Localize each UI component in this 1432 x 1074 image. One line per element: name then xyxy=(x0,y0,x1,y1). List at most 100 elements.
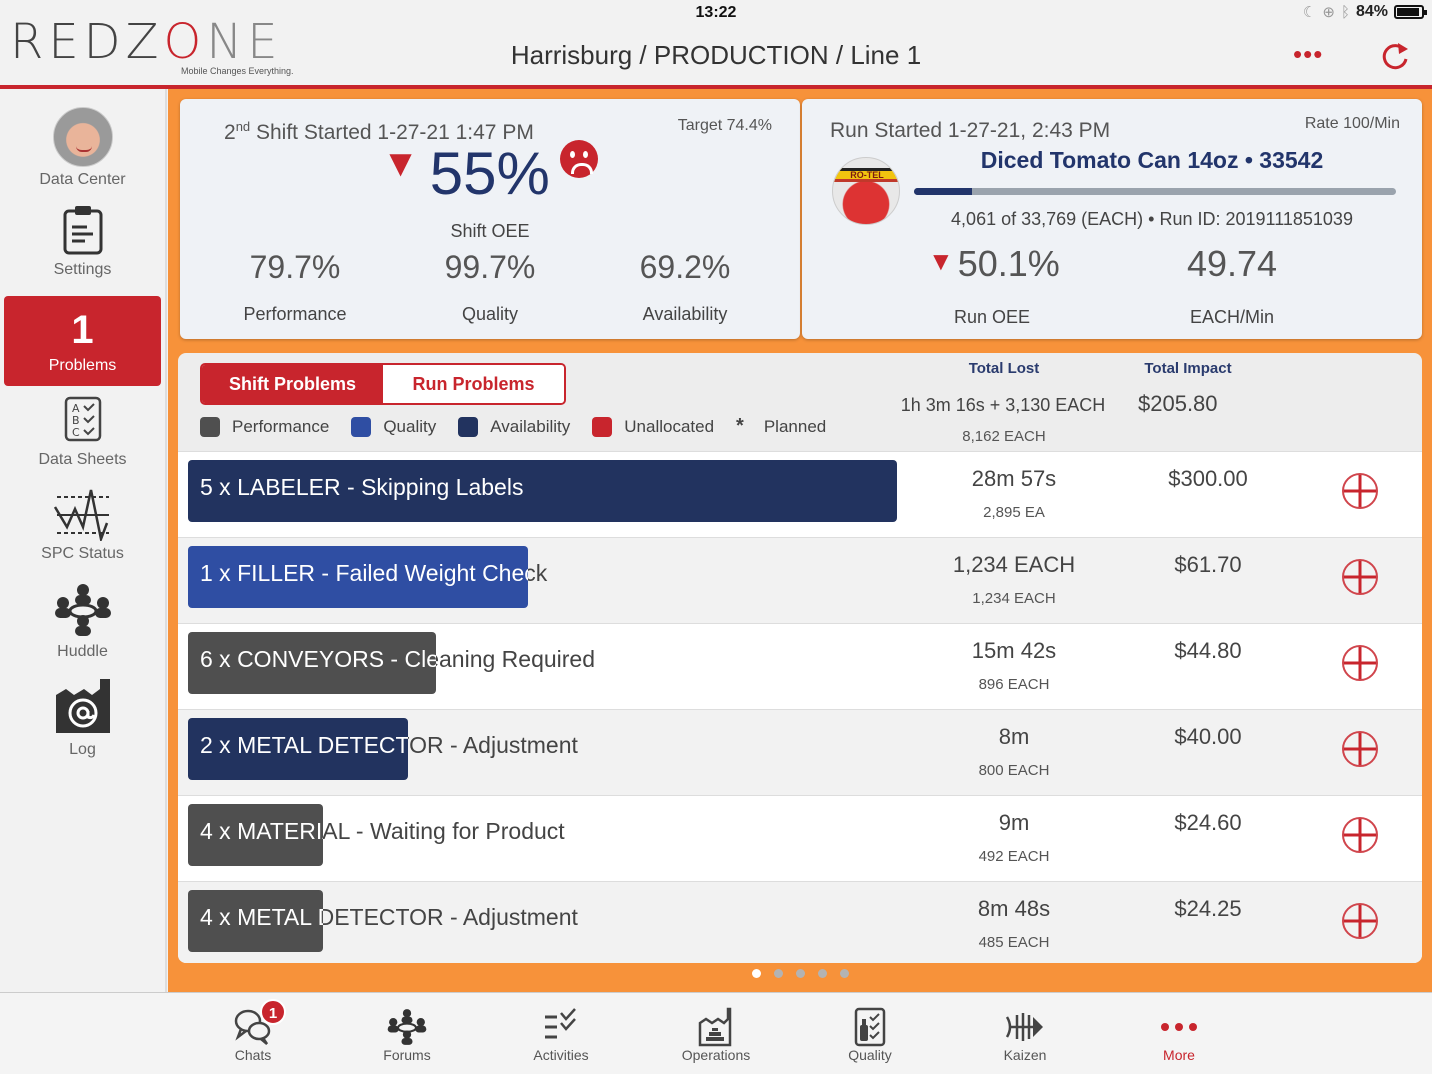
chats-badge: 1 xyxy=(260,999,286,1025)
tab-run-problems[interactable]: Run Problems xyxy=(383,365,564,403)
problem-lost: 28m 57s xyxy=(971,466,1057,491)
tab-operations[interactable]: Operations xyxy=(661,1001,771,1063)
problems-panel: Shift Problems Run Problems Performance … xyxy=(178,353,1422,963)
tab-chats[interactable]: 1 Chats xyxy=(198,999,308,1063)
operations-icon xyxy=(698,1007,732,1047)
sidebar-item-data-center[interactable]: Data Center xyxy=(0,107,165,189)
app: REDZONE Mobile Changes Everything. 13:22… xyxy=(0,0,1432,1074)
problem-lost-units: 896 EACH xyxy=(978,676,1050,693)
run-oee: ▼ 50.1% xyxy=(928,243,1060,285)
page-dot[interactable] xyxy=(795,969,805,978)
run-rate: Rate 100/Min xyxy=(1304,115,1400,132)
problem-row[interactable]: 1 x FILLER - Failed Weight Check1 x FILL… xyxy=(178,537,1422,623)
add-circle-icon[interactable] xyxy=(1341,816,1379,854)
legend-availability: Availability xyxy=(458,416,571,437)
total-impact-header: Total Impact xyxy=(1144,360,1232,377)
metric-value: 99.7% xyxy=(444,249,536,285)
sidebar-item-label: Log xyxy=(69,741,96,758)
problem-row[interactable]: 4 x METAL DETECTOR - Adjustment 4 x METAL… xyxy=(178,881,1422,963)
tab-label: Activities xyxy=(533,1047,589,1063)
add-circle-icon[interactable] xyxy=(1341,472,1379,510)
sidebar-item-settings[interactable]: Settings xyxy=(0,203,165,279)
problem-row[interactable]: 2 x METAL DETECTOR - Adjustment2 x METAL… xyxy=(178,709,1422,795)
page-dot[interactable] xyxy=(773,969,783,978)
add-circle-icon[interactable] xyxy=(1341,644,1379,682)
run-oee-value: 50.1% xyxy=(957,243,1060,284)
problem-lost: 15m 42s xyxy=(971,638,1057,663)
shift-oee: ▼ 55% xyxy=(180,139,800,208)
product-brand: RO-TEL xyxy=(833,168,899,182)
spc-chart-icon xyxy=(53,489,109,541)
problem-row[interactable]: 4 x MATERIAL - Waiting for Product 4 x MA… xyxy=(178,795,1422,881)
problem-lost: 1,234 EACH xyxy=(952,552,1076,577)
tab-shift-problems[interactable]: Shift Problems xyxy=(202,365,383,403)
performance-metric: 79.7% Performance xyxy=(192,249,398,325)
status-icons: ☾ ⊕ ᛒ 84% xyxy=(1302,3,1427,21)
quality-metric: 99.7% Quality xyxy=(387,249,593,325)
shift-oee-value: 55% xyxy=(429,140,550,207)
page-dot[interactable] xyxy=(751,969,761,978)
sidebar-item-label: SPC Status xyxy=(41,545,124,562)
sidebar-item-spc-status[interactable]: SPC Status xyxy=(0,487,165,563)
page-dot[interactable] xyxy=(839,969,849,978)
moon-icon: ☾ xyxy=(1302,4,1317,21)
tab-label: Forums xyxy=(383,1047,431,1063)
problem-row[interactable]: 5 x LABELER - Skipping Labels5 x LABELER… xyxy=(178,451,1422,537)
problem-row[interactable]: 6 x CONVEYORS - Cleaning Required6 x CON… xyxy=(178,623,1422,709)
metric-label: Performance xyxy=(243,304,347,324)
tab-activities[interactable]: Activities xyxy=(506,1001,616,1063)
forums-icon xyxy=(387,1009,427,1045)
huddle-icon xyxy=(54,584,111,636)
total-lost-sub: 8,162 EACH xyxy=(962,428,1046,445)
add-circle-icon[interactable] xyxy=(1341,730,1379,768)
problems-segmented-control: Shift Problems Run Problems xyxy=(200,363,566,405)
run-count: 4,061 of 33,769 (EACH) • Run ID: 2019111… xyxy=(951,209,1353,229)
tab-more[interactable]: More xyxy=(1124,1001,1234,1063)
problem-impact: $300.00 xyxy=(1168,466,1248,491)
more-dots-icon xyxy=(1161,1023,1197,1031)
run-progress-bar xyxy=(914,188,1396,195)
legend-label: Performance xyxy=(232,416,330,436)
tab-forums[interactable]: Forums xyxy=(352,1001,462,1063)
problems-count: 1 xyxy=(71,308,94,352)
problem-lost-units: 492 EACH xyxy=(978,848,1050,865)
legend-label: Availability xyxy=(490,416,571,436)
run-rate-label: EACH/Min xyxy=(1189,307,1274,327)
sidebar-item-label: Data Sheets xyxy=(38,451,127,468)
tab-quality[interactable]: Quality xyxy=(815,1001,925,1063)
sidebar-item-label: Huddle xyxy=(57,643,108,660)
clipboard-icon xyxy=(63,206,102,255)
problem-lost-units: 1,234 EACH xyxy=(972,590,1056,607)
add-circle-icon[interactable] xyxy=(1341,558,1379,596)
legend-label: Planned xyxy=(763,416,827,436)
problem-lost: 8m 48s xyxy=(977,896,1051,921)
sidebar-item-huddle[interactable]: Huddle xyxy=(0,583,165,661)
total-lost-header: Total Lost xyxy=(968,360,1040,377)
tab-label: Operations xyxy=(681,1047,751,1063)
battery-icon xyxy=(1394,5,1427,19)
run-oee-card[interactable]: Run Started 1-27-21, 2:43 PM Rate 100/Mi… xyxy=(802,99,1422,339)
sidebar-item-label: Settings xyxy=(53,261,112,278)
sidebar-item-log[interactable]: Log xyxy=(0,677,165,759)
page-dot[interactable] xyxy=(817,969,827,978)
legend-label: Quality xyxy=(383,416,437,436)
add-circle-icon[interactable] xyxy=(1341,902,1379,940)
problem-impact: $24.60 xyxy=(1174,810,1242,835)
problem-bar-label: 6 x CONVEYORS - Cleaning Required xyxy=(188,632,436,694)
problem-impact: $24.25 xyxy=(1174,896,1242,921)
svg-text:C: C xyxy=(72,426,80,439)
activities-icon xyxy=(545,1008,576,1039)
refresh-icon[interactable] xyxy=(1378,40,1412,74)
bottom-tab-bar: 1 Chats Forums Activities Operations Qua… xyxy=(0,992,1432,1074)
main-content: 2nd Shift Started 1-27-21 1:47 PM Target… xyxy=(168,89,1432,992)
tab-kaizen[interactable]: Kaizen xyxy=(970,1001,1080,1063)
ellipsis-icon[interactable]: ••• xyxy=(1293,41,1323,67)
tab-label: Kaizen xyxy=(1003,1047,1047,1063)
legend-swatch xyxy=(458,416,479,437)
problem-bar-label: 2 x METAL DETECTOR - Adjustment xyxy=(188,718,408,780)
sidebar-item-data-sheets[interactable]: A B C Data Sheets xyxy=(0,395,165,469)
shift-oee-card[interactable]: 2nd Shift Started 1-27-21 1:47 PM Target… xyxy=(180,99,800,339)
legend-label: Unallocated xyxy=(624,416,715,436)
battery-percent: 84% xyxy=(1355,3,1388,20)
sidebar-item-problems[interactable]: 1 Problems xyxy=(4,296,161,386)
